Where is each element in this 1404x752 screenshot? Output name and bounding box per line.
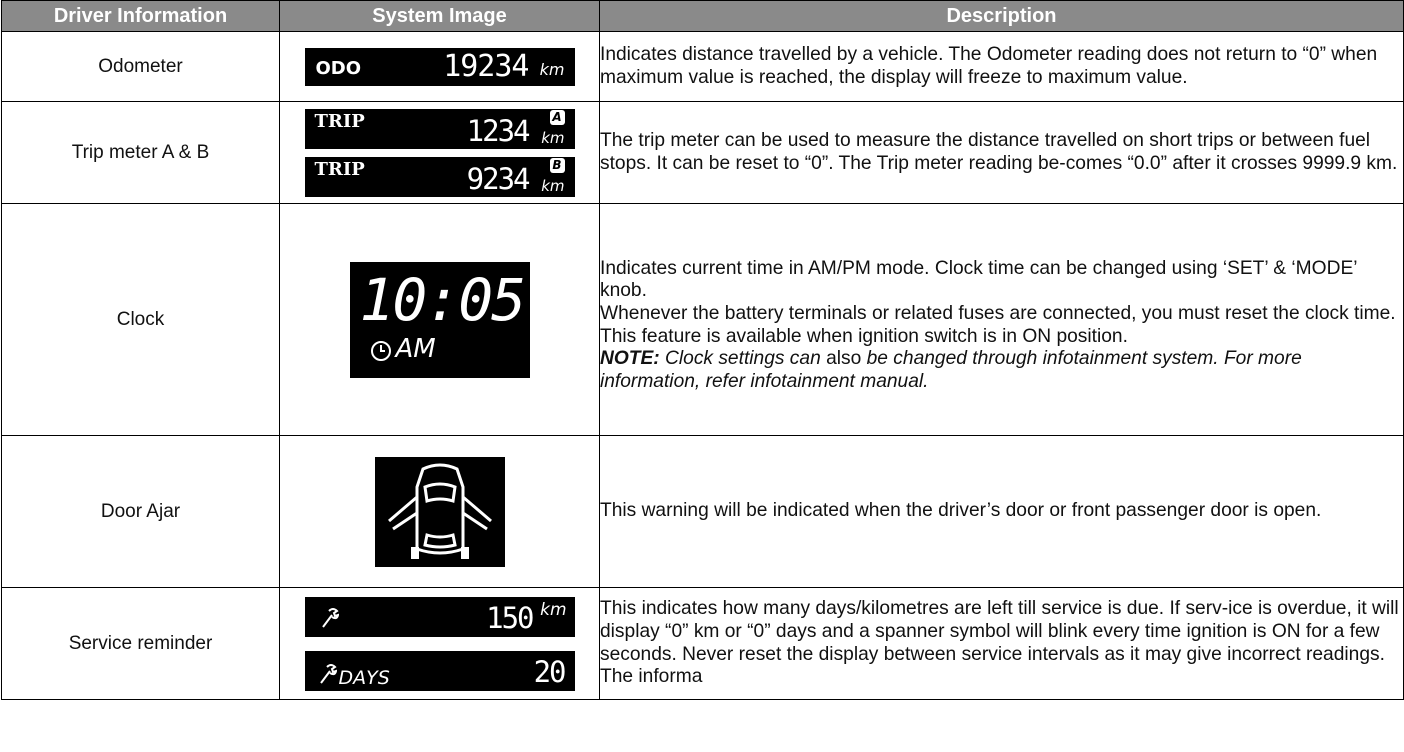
odometer-value: 19234 <box>443 48 529 84</box>
trip-a-value: 1234 <box>466 113 531 148</box>
door-description: This warning will be indicated when the … <box>599 435 1404 588</box>
row-name-door: Door Ajar <box>1 435 280 588</box>
clock-note: NOTE: Clock settings can also be changed… <box>600 348 1403 393</box>
trip-b-unit: km <box>541 176 565 195</box>
trip-description: The trip meter can be used to measure th… <box>599 101 1404 204</box>
clock-icon <box>370 340 391 361</box>
trip-b-value: 9234 <box>466 161 531 196</box>
service-description: This indicates how many days/kilometres … <box>599 587 1404 700</box>
service-km-display: 150 km <box>304 596 575 637</box>
clock-time: 10:05 <box>359 265 527 334</box>
clock-description: Indicates current time in AM/PM mode. Cl… <box>599 203 1404 436</box>
service-km-value: 150 <box>486 600 534 635</box>
header-description: Description <box>599 0 1404 32</box>
table-row: Door Ajar This warning will be indicated… <box>1 435 1404 588</box>
table-row: Odometer ODO 19234 km Indicates distance… <box>1 31 1404 102</box>
clock-ampm: AM <box>395 333 436 364</box>
clock-desc-line2: Whenever the battery terminals or relate… <box>600 302 1396 347</box>
service-km-unit: km <box>540 599 567 620</box>
door-ajar-icon <box>387 463 492 559</box>
odometer-description: Indicates distance travelled by a vehicl… <box>599 31 1404 102</box>
row-name-trip: Trip meter A & B <box>1 101 280 204</box>
trip-b-display: TRIP 9234 B km <box>304 156 575 197</box>
trip-image-cell: TRIP 1234 A km TRIP 9234 B km <box>279 101 600 204</box>
trip-a-label: TRIP <box>314 110 365 132</box>
header-driver-information: Driver Information <box>1 0 280 32</box>
driver-info-table: Driver Information System Image Descript… <box>1 0 1404 700</box>
odometer-unit: km <box>539 59 565 79</box>
clock-image-cell: 10:05 AM <box>279 203 600 436</box>
trip-a-unit: km <box>541 128 565 147</box>
trip-b-badge: B <box>549 157 565 173</box>
table-row: Clock 10:05 AM Indicates current time in… <box>1 203 1404 436</box>
service-days-label: DAYS <box>338 666 390 689</box>
clock-display: 10:05 AM <box>349 261 530 378</box>
odometer-label: ODO <box>315 57 362 79</box>
table-row: Trip meter A & B TRIP 1234 A km TRIP 923… <box>1 101 1404 204</box>
door-ajar-display <box>374 456 505 567</box>
odometer-image-cell: ODO 19234 km <box>279 31 600 102</box>
odometer-display: ODO 19234 km <box>304 47 575 86</box>
note-text-part2: also <box>820 348 867 370</box>
clock-desc-line1: Indicates current time in AM/PM mode. Cl… <box>600 257 1357 302</box>
header-row: Driver Information System Image Descript… <box>1 0 1404 32</box>
row-name-odometer: Odometer <box>1 31 280 102</box>
trip-b-label: TRIP <box>314 158 365 180</box>
header-system-image: System Image <box>279 0 600 32</box>
table-row: Service reminder 150 km DAYS 20 This ind… <box>1 587 1404 700</box>
note-label: NOTE: <box>600 348 660 370</box>
note-text-part1: Clock settings can <box>659 348 821 370</box>
row-name-clock: Clock <box>1 203 280 436</box>
trip-a-display: TRIP 1234 A km <box>304 108 575 149</box>
spanner-icon <box>319 663 337 684</box>
door-image-cell <box>279 435 600 588</box>
service-image-cell: 150 km DAYS 20 <box>279 587 600 700</box>
service-days-display: DAYS 20 <box>304 650 575 691</box>
service-days-value: 20 <box>533 654 567 689</box>
trip-a-badge: A <box>549 109 565 125</box>
spanner-icon <box>321 607 339 628</box>
row-name-service: Service reminder <box>1 587 280 700</box>
